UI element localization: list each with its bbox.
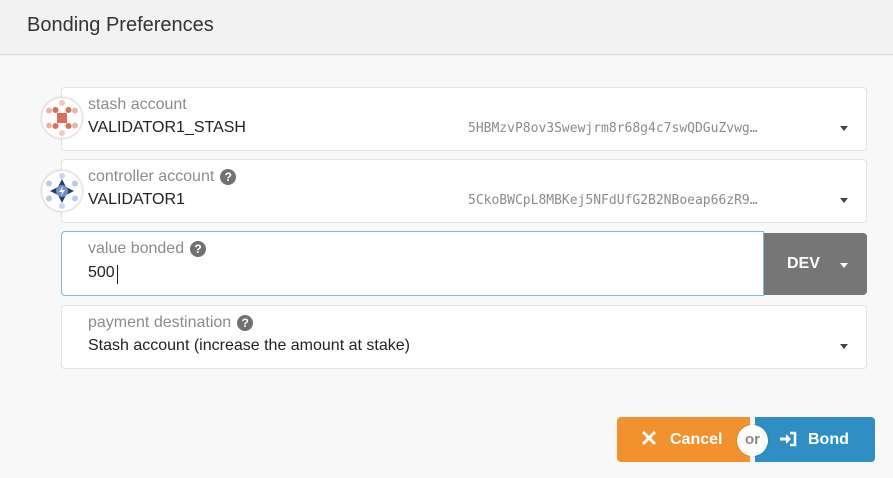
stash-account-address: 5HBMzvP8ov3Swewjrm8r68g4c7swQDGuZvwg… [468, 121, 758, 136]
payment-destination-value: Stash account (increase the amount at st… [88, 337, 410, 354]
sign-in-icon [779, 431, 797, 452]
modal-title: Bonding Preferences [27, 14, 214, 36]
stash-account-name: VALIDATOR1_STASH [88, 119, 246, 136]
bond-button-label: Bond [808, 431, 849, 448]
close-icon [642, 431, 656, 450]
text-caret [117, 265, 118, 284]
controller-account-dropdown[interactable]: controller account ? VALIDATOR1 5CkoBWCp… [61, 159, 867, 223]
payment-destination-label: payment destination ? [88, 314, 254, 332]
help-icon[interactable]: ? [190, 241, 207, 257]
controller-account-address: 5CkoBWCpL8MBKej5NFdUfG2B2NBoeap66zR9… [468, 193, 758, 208]
value-bonded-field[interactable]: value bonded ? [61, 231, 764, 296]
chevron-down-icon[interactable] [840, 126, 848, 131]
controller-account-label-text: controller account [88, 168, 215, 185]
controller-account-name: VALIDATOR1 [88, 191, 185, 208]
stash-account-label: stash account [88, 96, 187, 114]
controller-identicon-icon [41, 170, 83, 212]
bond-button[interactable]: Bond [755, 417, 875, 462]
value-bonded-label-text: value bonded [88, 240, 185, 257]
stash-account-label-text: stash account [88, 96, 187, 113]
cancel-button[interactable]: Cancel [617, 417, 750, 462]
modal-header: Bonding Preferences [0, 0, 893, 55]
help-icon[interactable]: ? [237, 315, 254, 331]
payment-destination-label-text: payment destination [88, 314, 232, 331]
controller-account-label: controller account ? [88, 168, 237, 186]
unit-dropdown[interactable]: DEV [764, 233, 867, 295]
cancel-button-label: Cancel [670, 431, 723, 448]
stash-account-dropdown[interactable]: stash account VALIDATOR1_STASH 5HBMzvP8o… [61, 87, 867, 151]
value-bonded-label: value bonded ? [88, 240, 207, 258]
value-bonded-input[interactable] [88, 264, 688, 282]
chevron-down-icon[interactable] [840, 263, 848, 268]
unit-label: DEV [787, 255, 820, 272]
or-divider: or [737, 425, 768, 456]
payment-destination-dropdown[interactable]: payment destination ? Stash account (inc… [61, 305, 867, 369]
help-icon[interactable]: ? [220, 169, 237, 185]
chevron-down-icon[interactable] [840, 344, 848, 349]
chevron-down-icon[interactable] [840, 198, 848, 203]
stash-identicon-icon [41, 97, 83, 139]
